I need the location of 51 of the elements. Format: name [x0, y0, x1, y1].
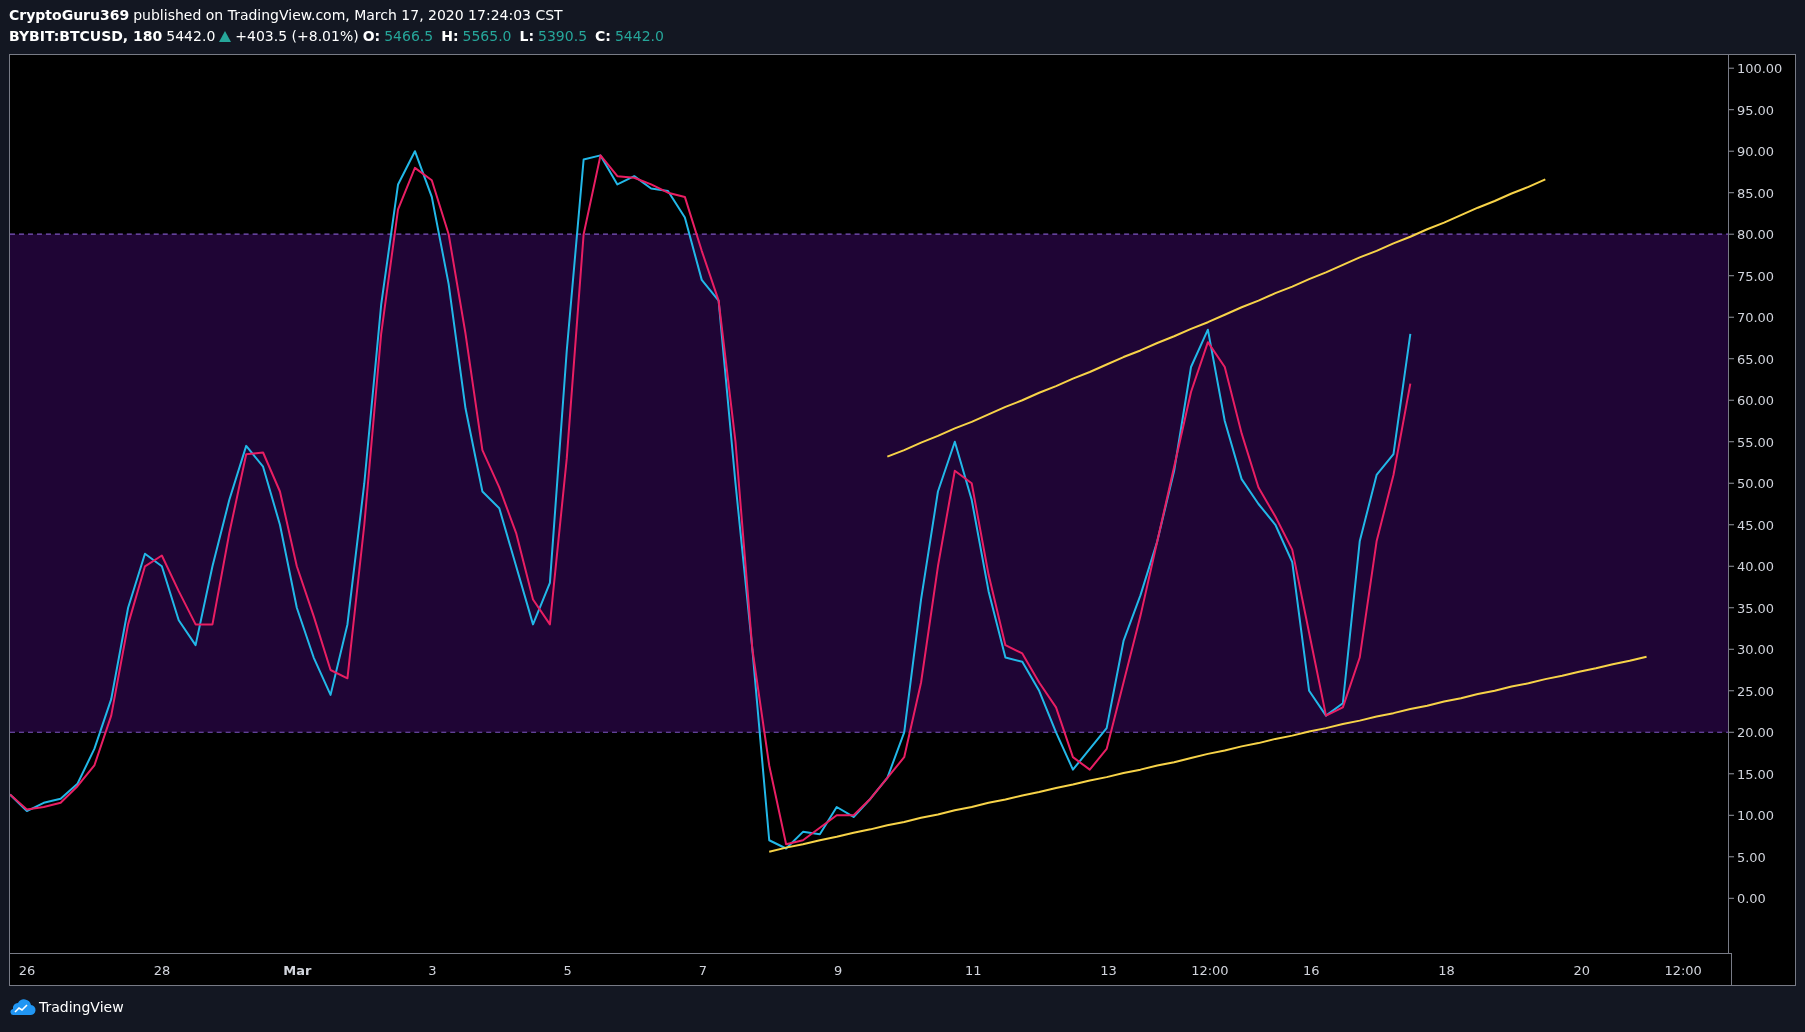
axis-label: 12:00	[1191, 963, 1229, 978]
axis-label: 30.00	[1737, 642, 1775, 658]
ohlc-value: 5466.5	[384, 27, 434, 46]
axis-label: 70.00	[1737, 310, 1775, 326]
axis-label: 12:00	[1664, 963, 1702, 978]
axis-label: 20.00	[1737, 725, 1775, 741]
ohlc-label: L:	[519, 27, 535, 46]
axis-label: 26	[18, 963, 36, 978]
ohlc-value: 5565.0	[462, 27, 512, 46]
axis-label: 5	[563, 963, 572, 978]
axis-label: 5.00	[1737, 849, 1766, 865]
axis-label: 7	[698, 963, 708, 978]
axis-label: 40.00	[1737, 559, 1775, 575]
axis-label: 90.00	[1737, 144, 1775, 160]
axis-label: 60.00	[1737, 393, 1775, 409]
axis-label: 35.00	[1737, 600, 1775, 616]
axis-label: 75.00	[1737, 268, 1775, 284]
ohlc-value: 5442.0	[614, 27, 664, 46]
axis-label: 28	[153, 963, 171, 978]
axis-label: 95.00	[1737, 102, 1775, 118]
axis-label: 50.00	[1737, 476, 1775, 492]
axis-label: 3	[428, 963, 437, 978]
axis-label: 85.00	[1737, 185, 1775, 201]
axis-label: 80.00	[1737, 227, 1775, 243]
axis-label: 65.00	[1737, 351, 1775, 367]
axis-label: 10.00	[1737, 808, 1775, 824]
axis-label: 100.00	[1737, 61, 1783, 77]
publish-info: published on TradingView.com, March 17, 2020 17:24:03 CST	[133, 6, 563, 25]
price-change: +403.5 (+8.01%)	[235, 27, 359, 46]
ohlc-value: 5390.5	[538, 27, 588, 46]
axis-label: Mar	[283, 963, 312, 978]
axis-label: 13	[1100, 963, 1117, 978]
axis-label: 18	[1438, 963, 1455, 978]
axis-label: 9	[833, 963, 843, 978]
axis-label: 16	[1303, 963, 1320, 978]
axis-label: 55.00	[1737, 434, 1775, 450]
up-triangle-icon	[219, 31, 232, 42]
axis-label: 45.00	[1737, 517, 1775, 533]
axis-label: 15.00	[1737, 766, 1775, 782]
last-price: 5442.0	[166, 27, 216, 46]
brand-name: TradingView	[39, 999, 124, 1015]
axis-label: 0.00	[1737, 891, 1766, 907]
ohlc-label: C:	[595, 27, 611, 46]
author-name[interactable]: CryptoGuru369	[9, 5, 130, 26]
ohlc-label: H:	[441, 27, 459, 46]
axis-label: 20	[1573, 963, 1590, 978]
ohlc-label: O:	[362, 27, 381, 46]
cloud-logo-icon	[8, 998, 36, 1016]
symbol-label: BYBIT:BTCUSD, 180	[9, 27, 163, 46]
axis-label: 25.00	[1737, 683, 1775, 699]
axis-label: 11	[965, 963, 982, 978]
